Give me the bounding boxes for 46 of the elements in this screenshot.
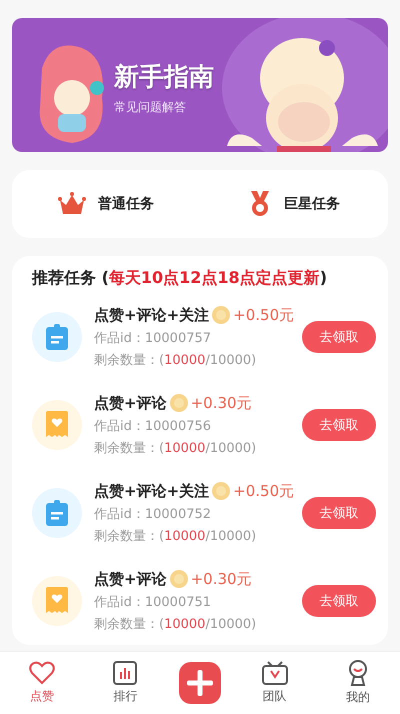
crown-icon [58, 192, 86, 216]
reward-amount: +0.50元 [233, 482, 294, 500]
work-id: 作品id：10000751 [94, 594, 212, 610]
remaining-count: 剩余数量：(10000/10000) [94, 352, 256, 368]
bar-chart-icon [113, 661, 138, 685]
claim-button[interactable]: 去领取 [302, 585, 376, 617]
heart-tag-icon [45, 411, 69, 439]
reward-amount: +0.30元 [190, 394, 252, 412]
user-icon [347, 660, 370, 686]
work-id: 作品id：10000752 [94, 506, 212, 522]
reward-amount: +0.50元 [233, 306, 294, 324]
coin-icon [212, 306, 230, 324]
remaining-count: 剩余数量：(10000/10000) [94, 616, 256, 632]
banner-title: 新手指南 [114, 61, 214, 93]
tab-item[interactable]: 我的 [328, 660, 388, 706]
banner-subtitle: 常见问题解答 [114, 99, 186, 116]
claim-button[interactable]: 去领取 [302, 321, 376, 353]
task-title: 点赞+评论 [94, 394, 167, 412]
remaining-count: 剩余数量：(10000/10000) [94, 528, 256, 544]
section-title: 推荐任务 (每天10点12点18点定点更新) [32, 268, 327, 289]
task-type-button[interactable]: 巨星任务 [200, 190, 388, 218]
plus-icon [186, 670, 213, 696]
tab-item[interactable]: 点赞 [12, 661, 72, 705]
medal-icon [248, 190, 272, 218]
task-title: 点赞+评论+关注 [94, 482, 210, 500]
clipboard-icon [46, 324, 68, 350]
tab-item[interactable]: 团队 [244, 661, 305, 705]
clipboard-icon [46, 500, 68, 526]
work-id: 作品id：10000757 [94, 330, 212, 346]
heart-icon [28, 661, 55, 685]
coin-icon [170, 394, 188, 412]
add-button[interactable] [178, 662, 221, 704]
task-type-button[interactable]: 普通任务 [12, 192, 200, 216]
claim-button[interactable]: 去领取 [302, 497, 376, 529]
coin-icon [170, 570, 188, 588]
remaining-count: 剩余数量：(10000/10000) [94, 440, 256, 456]
heart-tag-icon [45, 587, 69, 615]
task-title: 点赞+评论 [94, 570, 167, 588]
tab-item[interactable]: 排行 [95, 661, 156, 705]
claim-button[interactable]: 去领取 [302, 409, 376, 441]
task-title: 点赞+评论+关注 [94, 306, 210, 324]
work-id: 作品id：10000756 [94, 418, 212, 434]
coin-icon [212, 482, 230, 500]
reward-amount: +0.30元 [190, 570, 252, 588]
banner[interactable]: 新手指南 常见问题解答 [12, 18, 388, 152]
tv-icon [262, 661, 288, 685]
